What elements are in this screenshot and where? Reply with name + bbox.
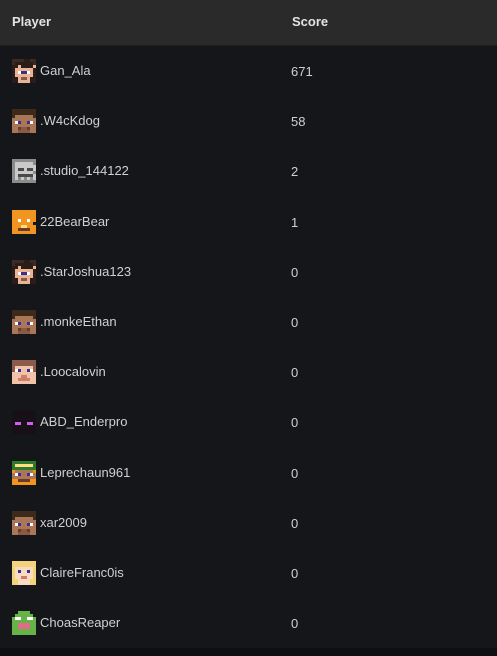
leaderboard-row[interactable]: ChoasReaper 0: [0, 598, 497, 648]
player-name[interactable]: .Loocalovin: [40, 364, 106, 379]
player-name[interactable]: Gan_Ala: [40, 63, 91, 78]
player-name[interactable]: .monkeEthan: [40, 314, 117, 329]
blonde-face-icon: [12, 560, 36, 585]
green-creature-icon: [12, 611, 36, 636]
leprechaun-icon: [12, 460, 36, 485]
steve-icon: [12, 309, 36, 334]
player-score: 1: [291, 214, 299, 230]
player-score: 0: [291, 465, 299, 481]
steve-icon: [12, 510, 36, 535]
leaderboard-table: Player Score Gan_Ala 671 .W4cKdog 58 .studio…: [0, 0, 497, 656]
player-score: 0: [291, 314, 299, 330]
leaderboard-row[interactable]: Leprechaun961 0: [0, 448, 497, 498]
leaderboard-rows: Gan_Ala 671 .W4cKdog 58 .studio_144122 2 22Bea…: [0, 46, 497, 648]
player-name[interactable]: xar2009: [40, 515, 87, 530]
player-score: 2: [291, 164, 299, 180]
player-name[interactable]: 22BearBear: [40, 214, 109, 229]
player-score: 0: [291, 565, 299, 581]
player-name[interactable]: .W4cKdog: [40, 113, 100, 128]
leaderboard-row[interactable]: 22BearBear 1: [0, 197, 497, 247]
leaderboard-row[interactable]: .studio_144122 2: [0, 146, 497, 196]
steve-icon: [12, 109, 36, 134]
table-footer-bar: [0, 648, 497, 656]
player-score: 671: [291, 64, 313, 79]
player-name[interactable]: .studio_144122: [40, 163, 129, 178]
player-name[interactable]: ClaireFranc0is: [40, 565, 124, 580]
leaderboard-row[interactable]: .W4cKdog 58: [0, 96, 497, 146]
score-column-header[interactable]: Score: [292, 14, 328, 29]
leaderboard-row[interactable]: .monkeEthan 0: [0, 297, 497, 347]
leaderboard-header: Player Score: [0, 0, 497, 46]
player-column-header[interactable]: Player: [12, 14, 51, 29]
player-score: 0: [291, 415, 299, 431]
player-score: 0: [291, 365, 299, 381]
player-score: 0: [291, 264, 299, 280]
skeleton-icon: [12, 159, 36, 184]
leaderboard-row[interactable]: .StarJoshua123 0: [0, 247, 497, 297]
leaderboard-row[interactable]: xar2009 0: [0, 498, 497, 548]
player-name[interactable]: ChoasReaper: [40, 615, 120, 630]
leaderboard-row[interactable]: .Loocalovin 0: [0, 347, 497, 397]
player-score: 58: [291, 114, 306, 130]
leaderboard-row[interactable]: ABD_Enderpro 0: [0, 397, 497, 447]
leaderboard-row[interactable]: Gan_Ala 671: [0, 46, 497, 96]
dark-hair-icon: [12, 59, 36, 83]
player-score: 0: [291, 616, 299, 632]
dark-hair-icon: [12, 259, 36, 284]
orange-bear-icon: [12, 209, 36, 234]
player-name[interactable]: Leprechaun961: [40, 465, 130, 480]
player-name[interactable]: .StarJoshua123: [40, 264, 131, 279]
leaderboard-row[interactable]: ClaireFranc0is 0: [0, 548, 497, 598]
enderman-icon: [12, 410, 36, 435]
player-score: 0: [291, 515, 299, 531]
player-name[interactable]: ABD_Enderpro: [40, 414, 127, 429]
bald-face-icon: [12, 360, 36, 385]
